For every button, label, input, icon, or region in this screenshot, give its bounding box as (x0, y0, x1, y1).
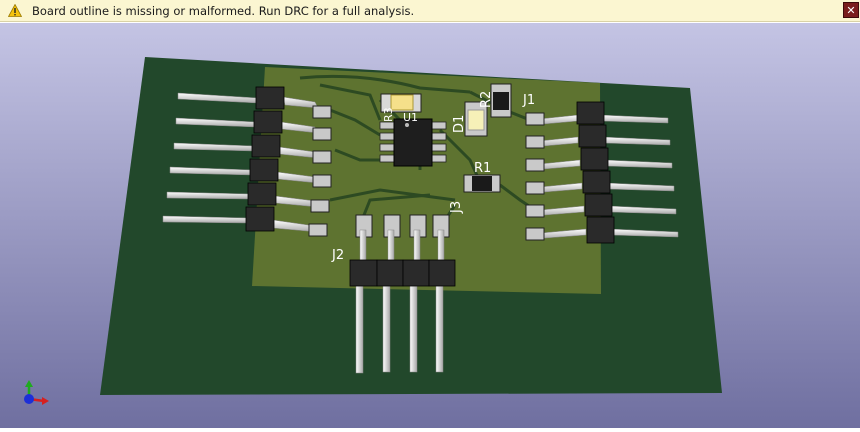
r2-resistor (490, 83, 512, 118)
3d-viewport[interactable]: J1 J2 R1 R2 D1 J3 U1 R3 (0, 23, 860, 428)
infobar: Board outline is missing or malformed. R… (0, 0, 860, 22)
warning-icon (8, 4, 22, 17)
label-r1: R1 (474, 161, 491, 176)
close-button[interactable]: ✕ (843, 2, 859, 18)
label-d1: D1 (452, 115, 467, 133)
label-r2: R2 (479, 91, 494, 108)
label-j1: J1 (522, 93, 535, 108)
label-r3: R3 (382, 107, 395, 122)
label-j2: J2 (331, 248, 344, 263)
label-j3: J3 (449, 201, 464, 214)
close-icon: ✕ (846, 3, 856, 17)
pcb-3d-render[interactable]: J1 J2 R1 R2 D1 J3 U1 R3 (0, 23, 860, 428)
r1-resistor (463, 174, 501, 193)
label-u1: U1 (403, 111, 418, 124)
infobar-message: Board outline is missing or malformed. R… (32, 3, 415, 18)
